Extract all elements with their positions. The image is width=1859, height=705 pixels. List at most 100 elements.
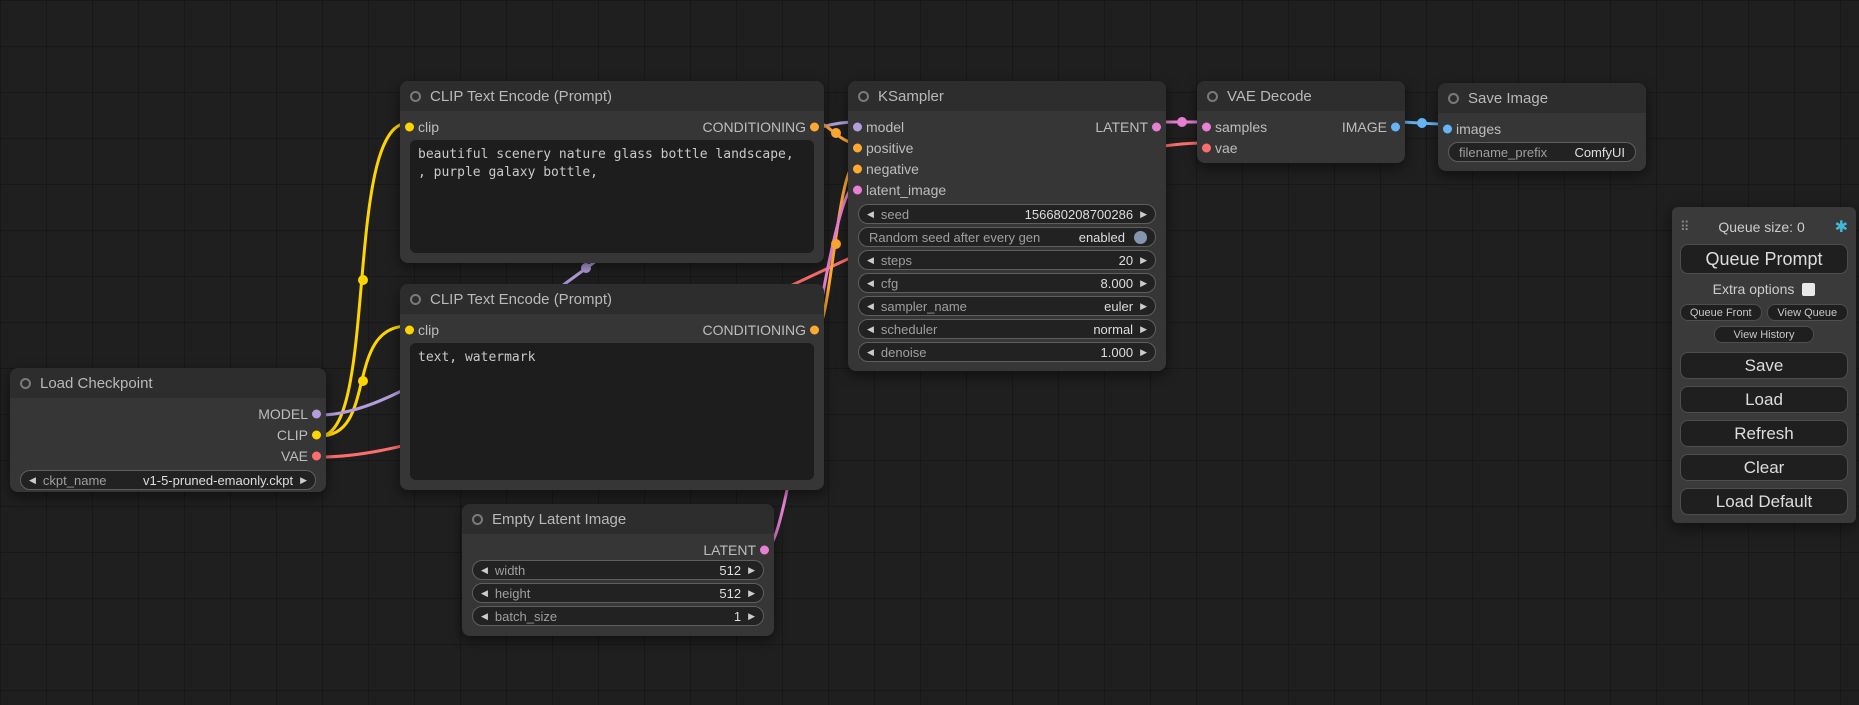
conditioning-output-slot[interactable] [810,122,819,131]
widget-label: ckpt_name [43,473,107,488]
node-ksampler[interactable]: KSampler model LATENT positive negative … [848,81,1166,371]
width-widget[interactable]: width 512 [472,560,764,580]
clip-input-label: clip [418,322,439,338]
decrement-arrow-icon[interactable] [867,210,874,219]
decrement-arrow-icon[interactable] [481,612,488,621]
increment-arrow-icon[interactable] [748,566,755,575]
clip-input-slot[interactable] [405,122,414,131]
queue-prompt-button[interactable]: Queue Prompt [1680,244,1848,274]
next-value-arrow-icon[interactable] [300,476,307,485]
clip-input-slot[interactable] [405,325,414,334]
latent-image-input-slot[interactable] [853,185,862,194]
prev-value-arrow-icon[interactable] [867,325,874,334]
steps-widget[interactable]: steps 20 [858,250,1156,270]
ckpt-name-widget[interactable]: ckpt_name v1-5-pruned-emaonly.ckpt [20,470,316,490]
load-default-button[interactable]: Load Default [1680,488,1848,515]
collapse-dot-icon[interactable] [1448,93,1459,104]
decrement-arrow-icon[interactable] [867,256,874,265]
node-title-bar[interactable]: KSampler [848,81,1166,111]
collapse-dot-icon[interactable] [410,294,421,305]
node-load-checkpoint[interactable]: Load Checkpoint MODEL CLIP VAE ckpt_name… [10,368,326,492]
collapse-dot-icon[interactable] [472,514,483,525]
model-output-slot[interactable] [312,409,321,418]
load-button[interactable]: Load [1680,386,1848,413]
node-title: Save Image [1468,90,1548,107]
height-widget[interactable]: height 512 [472,583,764,603]
model-input-slot[interactable] [853,122,862,131]
scheduler-widget[interactable]: scheduler normal [858,319,1156,339]
toggle-knob-icon[interactable] [1134,231,1147,244]
prev-value-arrow-icon[interactable] [867,302,874,311]
output-row-clip: CLIP [10,424,326,445]
filename-prefix-widget[interactable]: filename_prefix ComfyUI [1448,142,1636,162]
node-title-bar[interactable]: Empty Latent Image [462,504,774,534]
node-title: Load Checkpoint [40,375,153,392]
negative-prompt-textarea[interactable]: text, watermark [410,343,814,480]
settings-gear-icon[interactable]: ✱ [1835,217,1848,237]
increment-arrow-icon[interactable] [1140,256,1147,265]
node-title-bar[interactable]: CLIP Text Encode (Prompt) [400,284,824,314]
latent-output-label: LATENT [1095,119,1148,135]
menu-drag-handle-icon[interactable]: ⠿ [1680,219,1689,235]
slot-row-model-latent: model LATENT [848,116,1166,137]
node-title-bar[interactable]: VAE Decode [1197,81,1405,111]
decrement-arrow-icon[interactable] [481,566,488,575]
decrement-arrow-icon[interactable] [481,589,488,598]
clip-output-slot[interactable] [312,430,321,439]
node-empty-latent-image[interactable]: Empty Latent Image LATENT width 512 heig… [462,504,774,636]
widget-value: enabled [1079,230,1125,245]
slot-row-samples-image: samples IMAGE [1197,116,1405,137]
increment-arrow-icon[interactable] [1140,279,1147,288]
refresh-button[interactable]: Refresh [1680,420,1848,447]
next-value-arrow-icon[interactable] [1140,302,1147,311]
samples-input-slot[interactable] [1202,122,1211,131]
increment-arrow-icon[interactable] [748,612,755,621]
save-button[interactable]: Save [1680,352,1848,379]
increment-arrow-icon[interactable] [1140,348,1147,357]
random-seed-toggle-widget[interactable]: Random seed after every gen enabled [858,227,1156,247]
decrement-arrow-icon[interactable] [867,348,874,357]
positive-input-label: positive [866,140,913,156]
node-vae-decode[interactable]: VAE Decode samples IMAGE vae [1197,81,1405,163]
view-history-button[interactable]: View History [1714,326,1815,343]
queue-front-button[interactable]: Queue Front [1680,304,1762,321]
increment-arrow-icon[interactable] [1140,210,1147,219]
denoise-widget[interactable]: denoise 1.000 [858,342,1156,362]
cfg-widget[interactable]: cfg 8.000 [858,273,1156,293]
positive-input-slot[interactable] [853,143,862,152]
node-title-bar[interactable]: Save Image [1438,83,1646,113]
comfyui-canvas[interactable]: { "colors": { "model": "#B39DDB", "clip"… [0,0,1859,705]
node-clip-text-encode-negative[interactable]: CLIP Text Encode (Prompt) clip CONDITION… [400,284,824,490]
seed-widget[interactable]: seed 156680208700286 [858,204,1156,224]
batch-size-widget[interactable]: batch_size 1 [472,606,764,626]
node-title: VAE Decode [1227,88,1312,105]
latent-output-slot[interactable] [1152,122,1161,131]
node-clip-text-encode-positive[interactable]: CLIP Text Encode (Prompt) clip CONDITION… [400,81,824,263]
extra-options-checkbox[interactable] [1802,283,1815,296]
node-title-bar[interactable]: Load Checkpoint [10,368,326,398]
model-input-label: model [866,119,904,135]
collapse-dot-icon[interactable] [1207,91,1218,102]
decrement-arrow-icon[interactable] [867,279,874,288]
latent-output-slot[interactable] [760,545,769,554]
collapse-dot-icon[interactable] [20,378,31,389]
image-output-slot[interactable] [1391,122,1400,131]
view-queue-button[interactable]: View Queue [1767,304,1849,321]
sampler-name-widget[interactable]: sampler_name euler [858,296,1156,316]
widget-value: v1-5-pruned-emaonly.ckpt [143,473,293,488]
node-title-bar[interactable]: CLIP Text Encode (Prompt) [400,81,824,111]
clear-button[interactable]: Clear [1680,454,1848,481]
vae-input-slot[interactable] [1202,143,1211,152]
conditioning-output-slot[interactable] [810,325,819,334]
next-value-arrow-icon[interactable] [1140,325,1147,334]
vae-output-slot[interactable] [312,451,321,460]
collapse-dot-icon[interactable] [410,91,421,102]
node-save-image[interactable]: Save Image images filename_prefix ComfyU… [1438,83,1646,171]
prev-value-arrow-icon[interactable] [29,476,36,485]
positive-prompt-textarea[interactable]: beautiful scenery nature glass bottle la… [410,140,814,253]
collapse-dot-icon[interactable] [858,91,869,102]
images-input-slot[interactable] [1443,124,1452,133]
negative-input-slot[interactable] [853,164,862,173]
increment-arrow-icon[interactable] [748,589,755,598]
clip-output-label: CLIP [277,427,308,443]
